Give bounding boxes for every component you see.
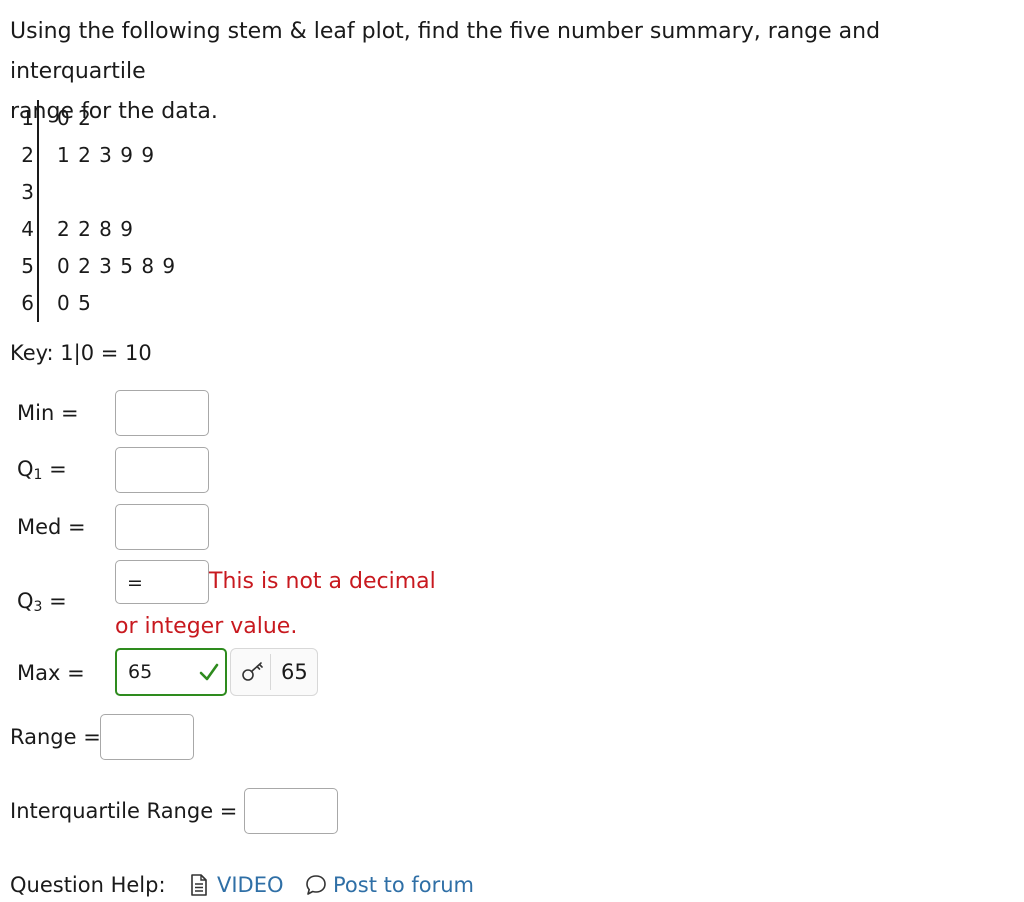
speech-bubble-icon	[306, 875, 326, 895]
q3-input-value: =	[127, 572, 143, 594]
iqr-input[interactable]	[244, 788, 338, 834]
iqr-label: Interquartile Range =	[10, 799, 238, 823]
max-input[interactable]: 65	[115, 648, 227, 696]
med-label: Med =	[17, 515, 86, 539]
stem-value: 4	[21, 217, 34, 241]
stem-divider-line	[37, 100, 39, 322]
max-input-value: 65	[128, 661, 153, 683]
stem-value: 2	[21, 143, 34, 167]
stem-leaf-row: 5 0 2 3 5 8 9	[10, 248, 310, 285]
post-to-forum-link[interactable]: Post to forum	[333, 870, 474, 900]
plot-key: Key: 1|0 = 10	[10, 341, 152, 365]
range-label: Range =	[10, 725, 101, 749]
max-answer-value: 65	[281, 660, 308, 684]
leaf-values: 2 2 8 9	[57, 217, 134, 241]
stem-leaf-row: 4 2 2 8 9	[10, 211, 310, 248]
max-label: Max =	[17, 661, 85, 685]
stem-leaf-row: 2 1 2 3 9 9	[10, 137, 310, 174]
min-input[interactable]	[115, 390, 209, 436]
q1-input[interactable]	[115, 447, 209, 493]
key-icon	[242, 662, 263, 681]
q3-error-line-2: or integer value.	[115, 614, 298, 639]
stem-leaf-row: 3	[10, 174, 310, 211]
key-divider	[270, 654, 271, 690]
min-label: Min =	[17, 401, 79, 425]
document-icon	[191, 874, 207, 896]
q1-label: Q1 =	[17, 454, 67, 490]
stem-leaf-row: 6 0 5	[10, 285, 310, 322]
question-line-1: Using the following stem & leaf plot, fi…	[10, 19, 881, 84]
q1-label-main: Q	[17, 457, 34, 481]
med-input[interactable]	[115, 504, 209, 550]
check-icon	[199, 663, 219, 681]
q1-label-tail: =	[42, 457, 67, 481]
show-answer-button[interactable]: 65	[230, 648, 318, 696]
question-help-label: Question Help:	[10, 873, 166, 897]
range-input[interactable]	[100, 714, 194, 760]
q3-input[interactable]: =	[115, 560, 209, 604]
leaf-values: 0 5	[57, 291, 92, 315]
leaf-values: 0 2	[57, 106, 92, 130]
video-link[interactable]: VIDEO	[217, 870, 284, 900]
q3-label: Q3 =	[17, 586, 67, 622]
stem-leaf-row: 1 0 2	[10, 100, 310, 137]
stem-value: 6	[21, 291, 34, 315]
stem-value: 3	[21, 180, 34, 204]
stem-value: 1	[21, 106, 34, 130]
q3-error-line-1: This is not a decimal	[209, 569, 436, 594]
q3-label-tail: =	[42, 589, 67, 613]
q3-label-main: Q	[17, 589, 34, 613]
leaf-values: 1 2 3 9 9	[57, 143, 156, 167]
leaf-values: 0 2 3 5 8 9	[57, 254, 177, 278]
stem-value: 5	[21, 254, 34, 278]
